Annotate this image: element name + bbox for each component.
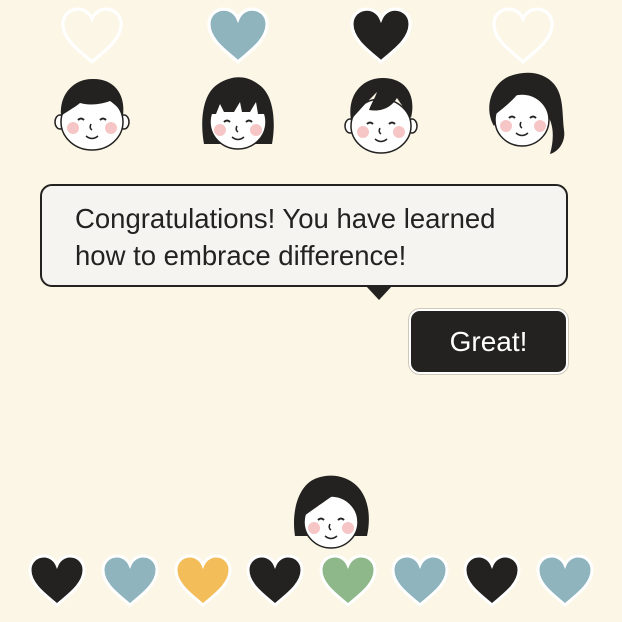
boy-short-hair-face-icon[interactable] bbox=[52, 74, 132, 154]
inventory-heart-icon[interactable] bbox=[100, 554, 160, 608]
woman-curly-hair-face-icon[interactable] bbox=[484, 70, 565, 154]
great-button[interactable]: Great! bbox=[409, 309, 568, 374]
inventory-heart-icon[interactable] bbox=[245, 554, 305, 608]
top-heart-3 bbox=[348, 7, 414, 64]
inventory-heart-icon[interactable] bbox=[27, 554, 87, 608]
inventory-heart-icon[interactable] bbox=[173, 554, 233, 608]
top-heart-4 bbox=[490, 7, 556, 64]
dialog-message: Congratulations! You have learned how to… bbox=[75, 203, 496, 271]
player-girl-face-icon bbox=[291, 470, 371, 550]
dialog-tail bbox=[366, 286, 392, 300]
inventory-heart-icon[interactable] bbox=[535, 554, 595, 608]
inventory-heart-icon[interactable] bbox=[318, 554, 378, 608]
girl-bob-bangs-face-icon[interactable] bbox=[198, 72, 278, 152]
top-heart-1 bbox=[59, 7, 125, 64]
dialog-bubble: Congratulations! You have learned how to… bbox=[40, 184, 568, 287]
inventory-heart-icon[interactable] bbox=[462, 554, 522, 608]
top-heart-2 bbox=[205, 7, 271, 64]
boy-side-part-face-icon[interactable] bbox=[341, 74, 421, 154]
inventory-heart-icon[interactable] bbox=[390, 554, 450, 608]
